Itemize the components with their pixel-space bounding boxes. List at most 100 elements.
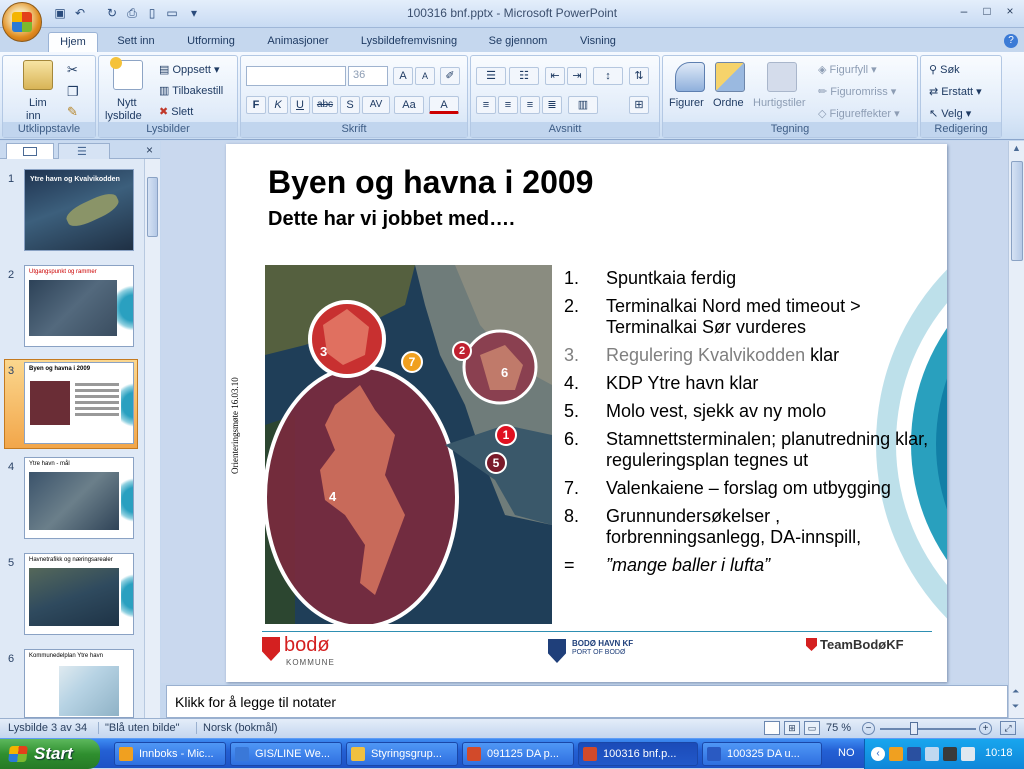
language-bar[interactable]: NO xyxy=(838,747,855,759)
tab-animasjoner[interactable]: Animasjoner xyxy=(258,32,338,52)
slides-panel-scrollbar[interactable] xyxy=(144,159,160,718)
paste-icon[interactable] xyxy=(23,60,53,90)
zoom-slider[interactable] xyxy=(880,728,976,730)
slide-scrollbar[interactable]: ▲ ⏶ ⏷ xyxy=(1008,141,1024,718)
quick-styles-icon[interactable] xyxy=(767,62,797,92)
undo-icon[interactable]: ↶ xyxy=(72,5,88,21)
increase-indent-icon[interactable]: ⇥ xyxy=(567,67,587,85)
tab-se-gjennom[interactable]: Se gjennom xyxy=(480,32,556,52)
save-icon[interactable]: ▣ xyxy=(52,5,68,21)
shape-effects-button[interactable]: ◇ Figureffekter ▾ xyxy=(818,107,900,120)
copy-icon[interactable]: ❐ xyxy=(67,84,79,100)
taskbar-item-styringsgruppe[interactable]: Styringsgrup... xyxy=(346,742,458,766)
new-slide-label[interactable]: Nytt xyxy=(117,97,137,109)
thumbnail-slide-1[interactable]: Ytre havn og Kvalvikodden xyxy=(24,169,134,251)
delete-slide-button[interactable]: ✖ Slett xyxy=(159,105,193,118)
font-name-field[interactable] xyxy=(246,66,346,86)
thumbnail-slide-5[interactable]: Havnetrafikk og næringsarealer xyxy=(24,553,134,635)
thumbnail-slide-6[interactable]: Kommunedelplan Ytre havn xyxy=(24,649,134,718)
zoom-out-icon[interactable]: − xyxy=(862,722,875,735)
numbering-icon[interactable]: ☷ xyxy=(509,67,539,85)
shape-outline-button[interactable]: ✏ Figuromriss ▾ xyxy=(818,85,896,98)
align-center-icon[interactable]: ≡ xyxy=(498,96,518,114)
underline-button[interactable]: U xyxy=(290,96,310,114)
close-button[interactable]: × xyxy=(1001,4,1019,18)
layout-button[interactable]: ▤ Oppsett ▾ xyxy=(159,63,220,76)
next-slide-icon[interactable]: ⏷ xyxy=(1012,701,1019,712)
start-button[interactable]: Start xyxy=(0,739,100,769)
arrange-button[interactable]: Ordne xyxy=(713,97,744,109)
format-painter-icon[interactable]: ✎ xyxy=(67,104,78,120)
char-spacing-button[interactable]: AV xyxy=(362,96,390,114)
shrink-font-button[interactable]: A xyxy=(415,67,435,85)
bullets-icon[interactable]: ☰ xyxy=(476,67,506,85)
tab-hjem[interactable]: Hjem xyxy=(48,32,98,52)
slideshow-view-icon[interactable]: ▭ xyxy=(804,721,820,735)
align-text-icon[interactable]: ⊞ xyxy=(629,96,649,114)
italic-button[interactable]: K xyxy=(268,96,288,114)
text-direction-icon[interactable]: ⇅ xyxy=(629,67,649,85)
new-slide-icon[interactable] xyxy=(110,57,143,90)
tray-printer-icon[interactable] xyxy=(943,747,957,761)
line-spacing-icon[interactable]: ↕ xyxy=(593,67,623,85)
arrange-icon[interactable] xyxy=(715,62,745,92)
font-size-field[interactable]: 36 xyxy=(348,66,388,86)
help-icon[interactable]: ? xyxy=(1004,34,1018,48)
replace-button[interactable]: ⇄ Erstatt ▾ xyxy=(929,85,982,98)
font-color-button[interactable]: A xyxy=(429,96,459,114)
shapes-icon[interactable] xyxy=(675,62,705,92)
tray-network-icon[interactable] xyxy=(907,747,921,761)
customize-qat-icon[interactable]: ▾ xyxy=(186,5,202,21)
open-icon[interactable]: ▭ xyxy=(164,5,180,21)
align-right-icon[interactable]: ≡ xyxy=(520,96,540,114)
justify-icon[interactable]: ≣ xyxy=(542,96,562,114)
maximize-button[interactable]: □ xyxy=(978,4,996,18)
fit-to-window-icon[interactable]: ⤢ xyxy=(1000,721,1016,735)
find-button[interactable]: ⚲ Søk xyxy=(929,63,960,76)
tab-lysbildefremvisning[interactable]: Lysbildefremvisning xyxy=(350,32,468,52)
close-panel-icon[interactable]: × xyxy=(146,143,153,157)
new-doc-icon[interactable]: ▯ xyxy=(144,5,160,21)
taskbar-item-091125[interactable]: 091125 DA p... xyxy=(462,742,574,766)
select-button[interactable]: ↖ Velg ▾ xyxy=(929,107,971,120)
tray-monitor-icon[interactable] xyxy=(925,747,939,761)
tray-app-icon[interactable] xyxy=(889,747,903,761)
zoom-slider-thumb[interactable] xyxy=(910,722,918,735)
thumbnail-slide-4[interactable]: Ytre havn - mål xyxy=(24,457,134,539)
new-slide-label-2[interactable]: lysbilde xyxy=(105,110,142,122)
prev-slide-icon[interactable]: ⏶ xyxy=(1012,686,1019,697)
bold-button[interactable]: F xyxy=(246,96,266,114)
language-indicator[interactable]: Norsk (bokmål) xyxy=(196,722,278,734)
cut-icon[interactable]: ✂ xyxy=(67,62,78,78)
scroll-thumb[interactable] xyxy=(1011,161,1023,261)
reset-button[interactable]: ▥ Tilbakestill xyxy=(159,84,223,97)
tab-sett-inn[interactable]: Sett inn xyxy=(108,32,164,52)
thumbnail-slide-2[interactable]: Utgangspunkt og rammer xyxy=(24,265,134,347)
scroll-thumb[interactable] xyxy=(147,177,158,237)
tab-visning[interactable]: Visning xyxy=(568,32,628,52)
taskbar-item-gisline[interactable]: GIS/LINE We... xyxy=(230,742,342,766)
quick-styles-button[interactable]: Hurtigstiler xyxy=(753,97,806,109)
normal-view-icon[interactable] xyxy=(764,721,780,735)
scroll-up-icon[interactable]: ▲ xyxy=(1012,143,1021,153)
tray-volume-icon[interactable] xyxy=(961,747,975,761)
columns-icon[interactable]: ▥ xyxy=(568,96,598,114)
shapes-button[interactable]: Figurer xyxy=(669,97,704,109)
strikethrough-button[interactable]: abc xyxy=(312,96,338,114)
tab-outline[interactable]: ☰ xyxy=(58,143,110,159)
zoom-in-icon[interactable]: + xyxy=(979,722,992,735)
print-icon[interactable]: ⎙ xyxy=(124,5,140,21)
paste-label-2[interactable]: inn xyxy=(26,110,41,122)
shadow-button[interactable]: S xyxy=(340,96,360,114)
align-left-icon[interactable]: ≡ xyxy=(476,96,496,114)
tab-utforming[interactable]: Utforming xyxy=(176,32,246,52)
taskbar-item-100316[interactable]: 100316 bnf.p... xyxy=(578,742,698,766)
taskbar-item-inbox[interactable]: Innboks - Mic... xyxy=(114,742,226,766)
shape-fill-button[interactable]: ◈ Figurfyll ▾ xyxy=(818,63,877,76)
slide-canvas[interactable]: Byen og havna i 2009 Dette har vi jobbet… xyxy=(226,144,947,682)
clear-format-icon[interactable]: ✐ xyxy=(440,67,460,85)
change-case-button[interactable]: Aa xyxy=(394,96,424,114)
office-button[interactable] xyxy=(2,2,42,42)
zoom-level[interactable]: 75 % xyxy=(826,722,851,734)
decrease-indent-icon[interactable]: ⇤ xyxy=(545,67,565,85)
